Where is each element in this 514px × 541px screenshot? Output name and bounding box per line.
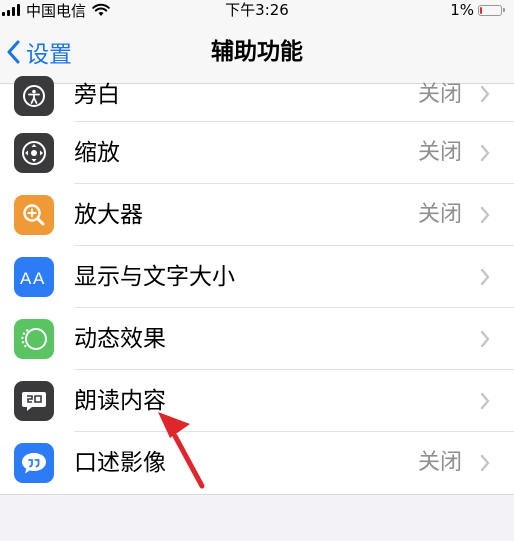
list-item-value: 关闭 <box>417 450 462 475</box>
list-item-motion[interactable]: 动态效果 <box>0 308 514 370</box>
list-item-value: 关闭 <box>417 140 462 165</box>
list-item-magnifier[interactable]: 放大器 关闭 <box>0 184 514 246</box>
chevron-right-icon <box>480 330 490 348</box>
status-time: 下午3:26 <box>225 1 289 19</box>
svg-text:A: A <box>33 269 45 288</box>
list-item-label: 显示与文字大小 <box>74 264 235 290</box>
list-item-label: 放大器 <box>74 202 143 228</box>
list-item-label: 动态效果 <box>74 326 166 352</box>
chevron-right-icon <box>480 392 490 410</box>
list-item-spoken-content[interactable]: 朗读内容 <box>0 370 514 432</box>
list-bottom-border <box>0 494 514 495</box>
magnifier-icon <box>14 195 54 235</box>
list-item-value: 关闭 <box>417 202 462 227</box>
list-item-label: 缩放 <box>74 140 120 166</box>
page-title: 辅助功能 <box>211 39 303 65</box>
motion-icon <box>14 319 54 359</box>
list-item-zoom[interactable]: 缩放 关闭 <box>0 122 514 184</box>
battery-percent: 1% <box>450 1 474 19</box>
battery-icon <box>478 4 505 16</box>
annotation-arrow-icon <box>158 412 205 489</box>
list-item-display-text-size[interactable]: A A 显示与文字大小 <box>0 246 514 308</box>
audio-descriptions-icon <box>14 443 54 483</box>
text-size-icon: A A <box>14 257 54 297</box>
chevron-right-icon <box>480 454 490 472</box>
list-item-value: 关闭 <box>417 82 462 107</box>
list-item-voiceover[interactable]: 旁白 关闭 <box>0 76 514 122</box>
chevron-right-icon <box>480 206 490 224</box>
zoom-icon <box>14 133 54 173</box>
list-item-label: 旁白 <box>74 82 120 108</box>
spoken-content-icon <box>14 381 54 421</box>
voiceover-icon <box>14 76 54 116</box>
chevron-right-icon <box>480 268 490 286</box>
status-right: 1% <box>450 0 505 20</box>
list-item-audio-descriptions[interactable]: 口述影像 关闭 <box>0 432 514 494</box>
navigation-bar: 设置 辅助功能 <box>0 20 514 84</box>
chevron-right-icon <box>480 85 490 103</box>
status-bar: 中国电信 下午3:26 1% <box>0 0 514 20</box>
accessibility-list: 旁白 关闭 缩放 关闭 放大器 关闭 A A 显示与文字大小 动态效果 朗读内容… <box>0 76 514 495</box>
svg-text:A: A <box>20 269 32 288</box>
chevron-right-icon <box>480 144 490 162</box>
